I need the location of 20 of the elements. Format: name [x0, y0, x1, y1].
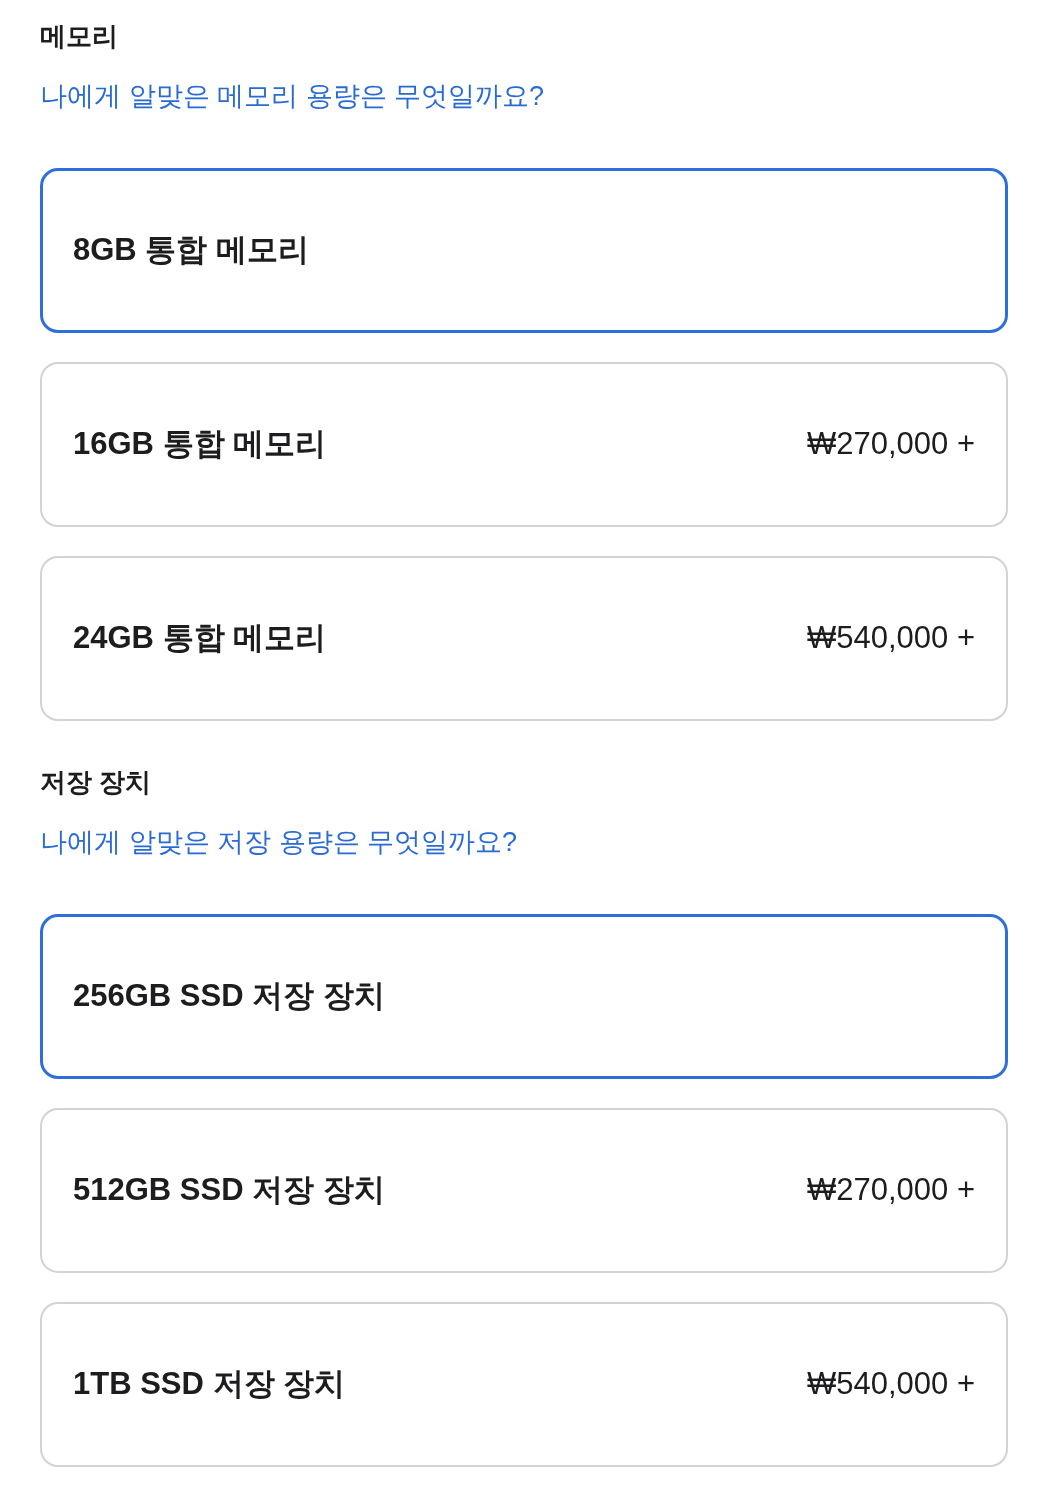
option-label: 1TB SSD 저장 장치	[73, 1365, 346, 1404]
option-card[interactable]: 1TB SSD 저장 장치 ₩540,000 +	[40, 1302, 1008, 1467]
option-card[interactable]: 8GB 통합 메모리	[40, 168, 1008, 333]
option-label: 16GB 통합 메모리	[73, 425, 327, 464]
option-label: 8GB 통합 메모리	[73, 231, 309, 270]
option-label: 512GB SSD 저장 장치	[73, 1171, 385, 1210]
option-price: ₩540,000 +	[806, 1365, 975, 1404]
option-label: 256GB SSD 저장 장치	[73, 977, 385, 1016]
option-price: ₩540,000 +	[806, 619, 975, 658]
help-link[interactable]: 나에게 알맞은 저장 용량은 무엇일까요?	[40, 826, 518, 858]
option-card[interactable]: 24GB 통합 메모리 ₩540,000 +	[40, 556, 1008, 721]
option-card[interactable]: 16GB 통합 메모리 ₩270,000 +	[40, 362, 1008, 527]
option-card[interactable]: 512GB SSD 저장 장치 ₩270,000 +	[40, 1108, 1008, 1273]
option-label: 24GB 통합 메모리	[73, 619, 327, 658]
option-price: ₩270,000 +	[806, 425, 975, 464]
section-heading: 저장 장치	[40, 766, 152, 798]
section-heading: 메모리	[40, 20, 118, 52]
option-card[interactable]: 256GB SSD 저장 장치	[40, 914, 1008, 1079]
option-price: ₩270,000 +	[806, 1171, 975, 1210]
help-link[interactable]: 나에게 알맞은 메모리 용량은 무엇일까요?	[40, 80, 545, 112]
